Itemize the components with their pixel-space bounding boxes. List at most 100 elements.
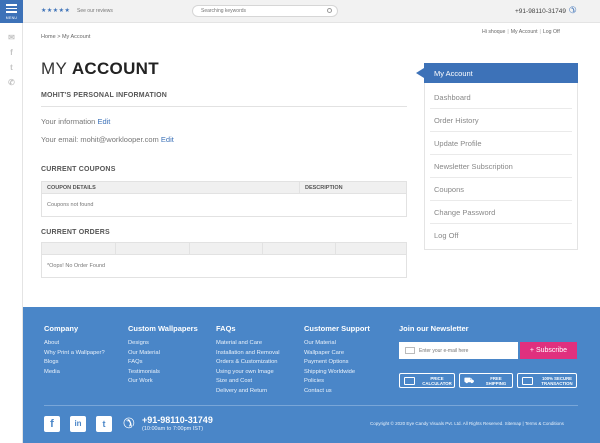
twitter-icon[interactable]: t	[7, 63, 16, 72]
personal-info-heading: MOHIT'S PERSONAL INFORMATION	[41, 92, 168, 99]
column-header	[262, 242, 336, 255]
footer-link[interactable]: Using your own Image	[216, 368, 279, 378]
sidebar-item-dashboard[interactable]: Dashboard	[434, 93, 471, 102]
calculator-icon	[404, 377, 415, 385]
divider	[430, 200, 572, 201]
empty-message: Coupons not found	[41, 193, 407, 217]
footer-link[interactable]: FAQs	[128, 358, 160, 368]
footer-link[interactable]: Policies	[304, 377, 355, 387]
free-shipping-badge[interactable]: ⛟ FREE SHIPPING	[459, 373, 513, 388]
whatsapp-icon[interactable]: ✆	[7, 78, 16, 87]
secure-transaction-badge[interactable]: 100% SECURE TRANSACTION	[517, 373, 577, 388]
table-header-row	[41, 242, 407, 255]
subscribe-button[interactable]: + Subscribe	[520, 342, 577, 359]
footer: Company About Why Print a Wallpaper? Blo…	[23, 307, 600, 443]
account-sidebar	[424, 63, 578, 250]
divider	[430, 223, 572, 224]
sidebar-item-order-history[interactable]: Order History	[434, 116, 479, 125]
column-header: DESCRIPTION	[299, 181, 407, 194]
linkedin-icon[interactable]: in	[70, 416, 86, 432]
footer-link[interactable]: Blogs	[44, 358, 105, 368]
newsletter-heading: Join our Newsletter	[399, 324, 469, 333]
footer-support-links: Our Material Wallpaper Care Payment Opti…	[304, 339, 355, 397]
footer-link[interactable]: Designs	[128, 339, 160, 349]
newsletter-email-input[interactable]	[399, 342, 518, 359]
facebook-icon[interactable]: f	[44, 416, 60, 432]
footer-link[interactable]: Our Material	[128, 349, 160, 359]
table-row: Coupons not found	[41, 193, 407, 217]
column-header	[115, 242, 190, 255]
footer-link[interactable]: Shipping Worldwide	[304, 368, 355, 378]
see-reviews-link[interactable]: See our reviews	[77, 8, 113, 14]
log-off-link[interactable]: Log Off	[543, 29, 560, 35]
footer-link[interactable]: Delivery and Return	[216, 387, 279, 397]
footer-link[interactable]: Installation and Removal	[216, 349, 279, 359]
phone-icon: ✆	[123, 415, 135, 431]
sidebar-item-log-off[interactable]: Log Off	[434, 231, 458, 240]
menu-button[interactable]: MENU	[0, 0, 23, 23]
badge-label-bottom: SHIPPING	[485, 381, 507, 386]
breadcrumb: Home > My Account	[41, 34, 90, 40]
truck-icon: ⛟	[464, 376, 475, 385]
sidebar-item-newsletter[interactable]: Newsletter Subscription	[434, 162, 513, 171]
info-label: Your information	[41, 117, 96, 126]
footer-link[interactable]: Material and Care	[216, 339, 279, 349]
footer-divider	[44, 405, 578, 406]
price-calculator-badge[interactable]: PRICE CALCULATOR	[399, 373, 455, 388]
footer-link[interactable]: Media	[44, 368, 105, 378]
footer-company-links: About Why Print a Wallpaper? Blogs Media	[44, 339, 105, 377]
mail-icon	[405, 347, 415, 354]
coupons-table: COUPON DETAILS DESCRIPTION Coupons not f…	[41, 181, 407, 217]
orders-heading: CURRENT ORDERS	[41, 229, 110, 236]
footer-company-heading: Company	[44, 324, 79, 333]
footer-link[interactable]: Our Work	[128, 377, 160, 387]
sidebar-item-my-account[interactable]: My Account	[416, 63, 578, 83]
sidebar-item-change-password[interactable]: Change Password	[434, 208, 495, 217]
column-header	[41, 242, 116, 255]
orders-table: *Oops! No Order Found	[41, 242, 407, 278]
footer-custom-links: Designs Our Material FAQs Testimonials O…	[128, 339, 160, 387]
footer-link[interactable]: About	[44, 339, 105, 349]
info-row: Your information Edit	[41, 117, 110, 126]
sidebar-item-coupons[interactable]: Coupons	[434, 185, 464, 194]
page-title-bold: ACCOUNT	[71, 59, 159, 78]
footer-link[interactable]: Payment Options	[304, 358, 355, 368]
user-links: Hi shoque | My Account | Log Off	[482, 29, 560, 35]
phone-icon: ✆	[569, 5, 577, 15]
footer-link[interactable]: Wallpaper Care	[304, 349, 355, 359]
footer-phone: +91-98110-31749	[142, 415, 213, 425]
search-icon[interactable]	[327, 8, 332, 13]
empty-message: *Oops! No Order Found	[41, 254, 407, 278]
twitter-icon[interactable]: t	[96, 416, 112, 432]
email-edit-link[interactable]: Edit	[161, 135, 174, 144]
mail-icon[interactable]: ✉	[7, 33, 16, 42]
table-header-row: COUPON DETAILS DESCRIPTION	[41, 181, 407, 194]
footer-link[interactable]: Our Material	[304, 339, 355, 349]
footer-link[interactable]: Orders & Customization	[216, 358, 279, 368]
search-input[interactable]	[192, 5, 338, 17]
divider	[430, 154, 572, 155]
footer-link[interactable]: Size and Cost	[216, 377, 279, 387]
column-header: COUPON DETAILS	[41, 181, 300, 194]
sidebar-item-update-profile[interactable]: Update Profile	[434, 139, 482, 148]
footer-link[interactable]: Contact us	[304, 387, 355, 397]
divider	[430, 177, 572, 178]
menu-label: MENU	[5, 16, 18, 20]
facebook-icon[interactable]: f	[7, 48, 16, 57]
footer-support-heading: Customer Support	[304, 324, 370, 333]
column-header	[189, 242, 263, 255]
hamburger-icon	[6, 4, 17, 15]
page-title: MY ACCOUNT	[41, 59, 159, 79]
top-bar: MENU ★★★★★ See our reviews +91-98110-317…	[0, 0, 600, 23]
breadcrumb-home[interactable]: Home	[41, 34, 56, 40]
my-account-link[interactable]: My Account	[511, 29, 538, 35]
footer-link[interactable]: Why Print a Wallpaper?	[44, 349, 105, 359]
info-edit-link[interactable]: Edit	[97, 117, 110, 126]
coupons-heading: CURRENT COUPONS	[41, 166, 116, 173]
rating-stars: ★★★★★	[41, 8, 71, 14]
footer-custom-heading: Custom Wallpapers	[128, 324, 198, 333]
badge-label-bottom: CALCULATOR	[422, 381, 452, 386]
lock-icon	[522, 377, 533, 385]
email-label: Your email: mohit@worklooper.com	[41, 135, 159, 144]
footer-link[interactable]: Testimonials	[128, 368, 160, 378]
